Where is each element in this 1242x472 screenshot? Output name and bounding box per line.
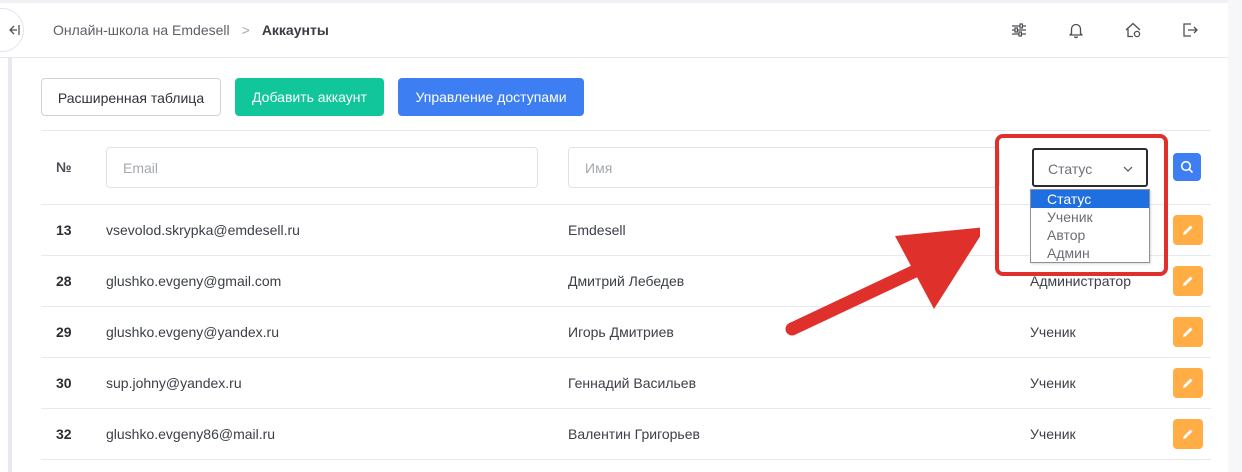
cell-id: 28 (56, 273, 72, 289)
cell-status: Ученик (1030, 375, 1076, 391)
breadcrumb-separator: > (241, 22, 250, 38)
breadcrumb-root-link[interactable]: Онлайн-школа на Emdesell (53, 22, 230, 38)
table-row: 30 sup.johny@yandex.ru Геннадий Васильев… (41, 358, 1211, 409)
toolbar-divider (41, 130, 1211, 131)
edit-button[interactable] (1173, 317, 1203, 347)
table-row: 29 glushko.evgeny@yandex.ru Игорь Дмитри… (41, 307, 1211, 358)
cell-id: 32 (56, 426, 72, 442)
number-column-header: № (56, 159, 72, 175)
top-header: Онлайн-школа на Emdesell > Аккаунты (0, 0, 1242, 58)
cell-email: sup.johny@yandex.ru (106, 375, 242, 391)
edit-button[interactable] (1173, 215, 1203, 245)
annotation-highlight-box (995, 134, 1168, 276)
cell-email: glushko.evgeny@gmail.com (106, 273, 282, 289)
edit-button[interactable] (1173, 266, 1203, 296)
logout-icon[interactable] (1181, 21, 1199, 39)
cell-id: 13 (56, 222, 72, 238)
edit-button[interactable] (1173, 419, 1203, 449)
collapse-left-icon (9, 25, 20, 35)
pencil-icon (1183, 327, 1193, 337)
page-scrollbar[interactable] (1228, 0, 1242, 472)
cell-status: Ученик (1030, 324, 1076, 340)
table-row: 32 glushko.evgeny86@mail.ru Валентин Гри… (41, 409, 1211, 460)
cell-email: vsevolod.skrypka@emdesell.ru (106, 222, 300, 238)
cell-email: glushko.evgeny86@mail.ru (106, 426, 276, 442)
cell-name: Игорь Дмитриев (568, 324, 674, 340)
cell-name: Emdesell (568, 222, 626, 238)
bell-icon[interactable] (1067, 21, 1085, 39)
search-icon (1180, 160, 1194, 174)
breadcrumb-current: Аккаунты (261, 22, 329, 38)
cell-email: glushko.evgeny@yandex.ru (106, 324, 279, 340)
cell-name: Валентин Григорьев (568, 426, 700, 442)
cell-name: Дмитрий Лебедев (568, 273, 685, 289)
name-filter-input[interactable] (568, 147, 1000, 188)
sliders-icon[interactable] (1010, 21, 1028, 39)
breadcrumb: Онлайн-школа на Emdesell > Аккаунты (53, 22, 329, 38)
manage-access-button[interactable]: Управление доступами (398, 78, 584, 116)
cell-id: 30 (56, 375, 72, 391)
edit-button[interactable] (1173, 368, 1203, 398)
annotation-arrow-icon (785, 227, 980, 336)
row-divider (41, 459, 1211, 460)
pencil-icon (1183, 429, 1193, 439)
pencil-icon (1183, 378, 1193, 388)
pencil-icon (1183, 276, 1193, 286)
page-left-strip (0, 58, 20, 472)
pencil-icon (1183, 225, 1193, 235)
search-button[interactable] (1173, 153, 1201, 181)
cell-status: Ученик (1030, 426, 1076, 442)
cell-name: Геннадий Васильев (568, 375, 697, 391)
extended-table-button[interactable]: Расширенная таблица (41, 78, 221, 116)
add-account-button[interactable]: Добавить аккаунт (235, 78, 384, 116)
home-settings-icon[interactable] (1124, 21, 1142, 39)
cell-id: 29 (56, 324, 72, 340)
email-filter-input[interactable] (106, 147, 538, 188)
sidebar-collapse-button[interactable] (0, 8, 24, 52)
header-top-line (0, 0, 1242, 3)
